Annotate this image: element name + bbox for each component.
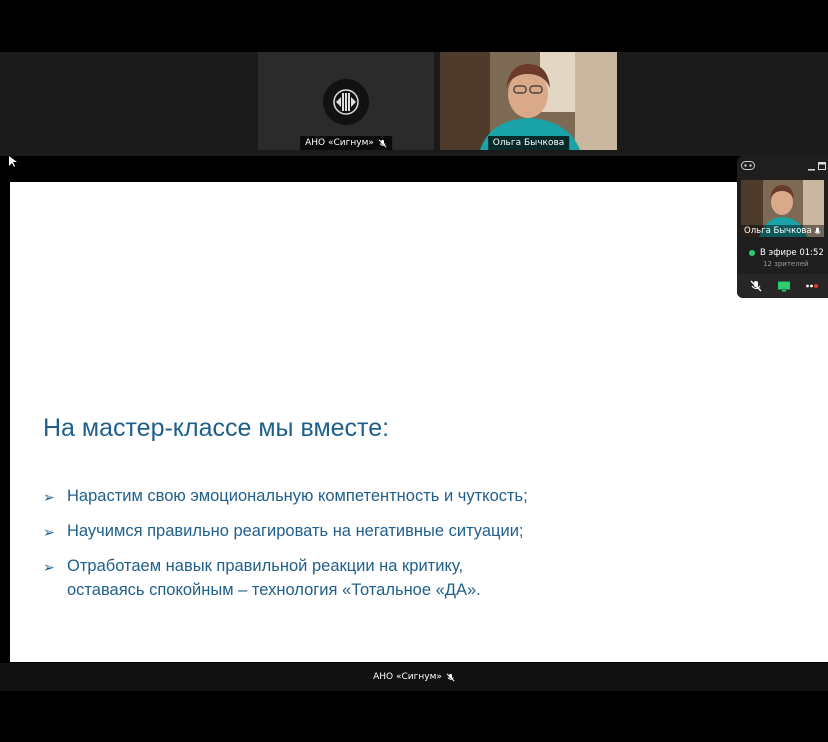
live-label: В эфире 01:52: [760, 248, 824, 258]
more-icon[interactable]: [805, 279, 819, 293]
chat-icon[interactable]: [741, 161, 755, 170]
participant-tile-org[interactable]: АНО «Сигнум»: [258, 52, 434, 150]
top-bar: [0, 0, 828, 52]
participant-tile-camera[interactable]: Ольга Бычкова: [440, 52, 617, 150]
bullet-text: Нарастим свою эмоциональную компетентнос…: [67, 487, 528, 505]
bullet-text-continued: оставаясь спокойным – технология «Тоталь…: [67, 581, 481, 599]
share-footer-label: АНО «Сигнум»: [373, 672, 442, 682]
live-indicator-icon: [749, 250, 755, 256]
mute-icon: [378, 139, 387, 147]
mini-panel-header[interactable]: [737, 156, 828, 176]
slide-title: На мастер-классе мы вместе:: [43, 414, 390, 442]
org-logo-icon: [323, 79, 369, 125]
live-status: В эфире 01:52: [749, 248, 824, 258]
mini-participant-video: Ольга Бычкова: [741, 180, 824, 237]
slide-bullet: ➢ Научимся правильно реагировать на нега…: [43, 519, 528, 543]
participant-name-tag: АНО «Сигнум»: [300, 136, 392, 150]
participant-name: АНО «Сигнум»: [305, 138, 374, 148]
slide-bullet: ➢ Нарастим свою эмоциональную компетентн…: [43, 484, 528, 508]
mic-icon: [814, 227, 821, 234]
participant-name-tag: Ольга Бычкова: [487, 136, 570, 150]
bullet-text: Отработаем навык правильной реакции на к…: [67, 557, 464, 575]
slide-bullet-list: ➢ Нарастим свою эмоциональную компетентн…: [43, 484, 528, 613]
pointer-icon: [9, 156, 17, 167]
mini-participant-name-tag: Ольга Бычкова: [741, 225, 824, 237]
mini-controls-bar: [737, 274, 828, 298]
bullet-arrow-icon: ➢: [43, 559, 55, 575]
screen-share-icon[interactable]: [777, 279, 791, 293]
bullet-arrow-icon: ➢: [43, 489, 55, 505]
floating-meeting-panel[interactable]: Ольга Бычкова В эфире 01:52 12 зрителей: [737, 156, 828, 298]
maximize-icon[interactable]: [818, 162, 826, 171]
minimize-icon[interactable]: [808, 165, 816, 171]
bullet-arrow-icon: ➢: [43, 524, 55, 540]
viewers-count: 12 зрителей: [763, 260, 809, 268]
share-footer: АНО «Сигнум»: [0, 663, 828, 691]
participant-name: Ольга Бычкова: [492, 138, 565, 148]
mini-participant-name: Ольга Бычкова: [744, 226, 812, 236]
share-footer-label-group: АНО «Сигнум»: [373, 672, 455, 682]
bottom-black-bar: [0, 691, 828, 742]
bullet-text: Научимся правильно реагировать на негати…: [67, 522, 524, 540]
mute-icon[interactable]: [749, 279, 763, 293]
slide-bullet: ➢ Отработаем навык правильной реакции на…: [43, 554, 528, 602]
mute-icon: [446, 673, 455, 681]
